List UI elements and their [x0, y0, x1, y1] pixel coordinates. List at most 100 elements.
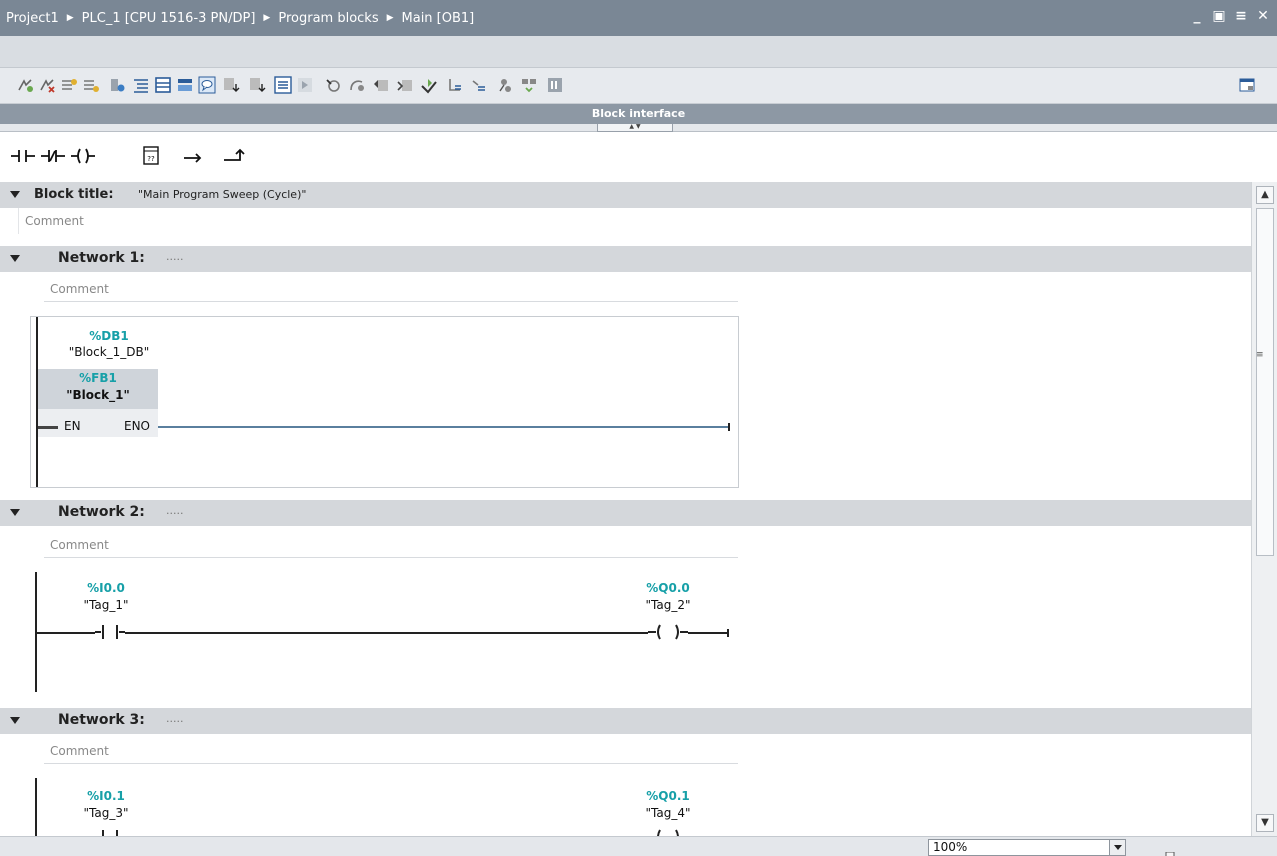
splitter-toggle-icon[interactable]: ▲ ▼ — [597, 124, 673, 132]
coil-address[interactable]: %Q0.0 — [628, 581, 708, 595]
output-coil[interactable] — [648, 623, 688, 641]
breadcrumb-separator-icon: ▶ — [386, 13, 394, 23]
block-interface-splitter[interactable]: ▲ ▼ — [0, 124, 1277, 132]
breadcrumb-main-ob1[interactable]: Main [OB1] — [402, 11, 475, 26]
breadcrumb-project[interactable]: Project1 — [6, 11, 59, 26]
call-environment-icon[interactable] — [396, 76, 414, 94]
collapse-arrow-icon[interactable] — [10, 191, 20, 198]
network-3-comment[interactable]: Comment — [44, 738, 738, 764]
split-view-icon[interactable] — [1239, 77, 1255, 93]
fb-header: %FB1 "Block_1" — [38, 369, 158, 409]
network-2-title[interactable]: ..... — [166, 504, 183, 517]
network-2-label: Network 2: — [58, 504, 145, 520]
comments-icon[interactable] — [198, 76, 216, 94]
call-hierarchy-icon[interactable] — [372, 76, 390, 94]
open-all-networks-icon[interactable] — [132, 76, 150, 94]
fb-name: "Block_1" — [66, 388, 130, 402]
breadcrumb-program-blocks[interactable]: Program blocks — [278, 11, 378, 26]
network-2-header[interactable]: Network 2: ..... — [0, 500, 1251, 526]
interface-icon[interactable] — [420, 76, 438, 94]
block-title-header[interactable]: Block title: "Main Program Sweep (Cycle)… — [0, 182, 1251, 208]
show-tags-icon[interactable] — [248, 76, 266, 94]
close-all-networks-icon[interactable] — [154, 76, 172, 94]
previous-error-icon[interactable] — [446, 76, 464, 94]
block-title-value[interactable]: "Main Program Sweep (Cycle)" — [138, 188, 306, 201]
assign-icon[interactable] — [108, 76, 126, 94]
no-contact[interactable] — [95, 623, 125, 641]
collapse-arrow-icon[interactable] — [10, 509, 20, 516]
en-input-wire — [38, 426, 58, 429]
compare-icon[interactable] — [520, 76, 538, 94]
coil-tag[interactable]: "Tag_2" — [618, 598, 718, 612]
block-title-label: Block title: — [34, 187, 114, 202]
modify-icon[interactable] — [348, 76, 366, 94]
instance-db-name[interactable]: "Block_1_DB" — [59, 345, 159, 359]
favorites-icon[interactable] — [274, 76, 292, 94]
title-bar: Project1 ▶ PLC_1 [CPU 1516-3 PN/DP] ▶ Pr… — [0, 0, 1277, 36]
coil-icon[interactable] — [70, 144, 96, 168]
nc-contact-icon[interactable] — [40, 144, 66, 168]
breadcrumb-plc[interactable]: PLC_1 [CPU 1516-3 PN/DP] — [82, 11, 256, 26]
vertical-scrollbar[interactable]: ▲ ≡ ▼ — [1251, 182, 1277, 836]
collapse-arrow-icon[interactable] — [10, 255, 20, 262]
delete-network-icon[interactable] — [38, 76, 56, 94]
collapse-arrow-icon[interactable] — [10, 717, 20, 724]
no-contact[interactable] — [95, 828, 125, 836]
eno-pin[interactable]: ENO — [124, 419, 150, 433]
add-row-icon[interactable] — [82, 76, 100, 94]
restore-icon[interactable]: ▣ — [1211, 8, 1227, 24]
network-3-label: Network 3: — [58, 712, 145, 728]
float-icon[interactable]: ≡ — [1233, 8, 1249, 24]
eno-output-wire — [158, 426, 729, 428]
lad-elements-bar: ?? — [0, 132, 1277, 182]
network-2-comment[interactable]: Comment — [44, 532, 738, 558]
minimize-icon[interactable]: _ — [1189, 8, 1205, 24]
scroll-down-icon[interactable]: ▼ — [1256, 814, 1274, 832]
instance-db-address[interactable]: %DB1 — [69, 329, 149, 343]
header-band — [0, 36, 1277, 68]
insert-row-icon[interactable] — [60, 76, 78, 94]
next-error-icon[interactable] — [470, 76, 488, 94]
network-comments-icon[interactable] — [176, 76, 194, 94]
coil-address[interactable]: %Q0.1 — [628, 789, 708, 803]
zoom-slider[interactable] — [1146, 845, 1230, 856]
contact-tag[interactable]: "Tag_3" — [56, 806, 156, 820]
open-branch-icon[interactable] — [180, 144, 206, 168]
close-branch-icon[interactable] — [222, 144, 248, 168]
empty-box-icon[interactable]: ?? — [138, 144, 164, 168]
network-3-title[interactable]: ..... — [166, 712, 183, 725]
fb-address: %FB1 — [79, 371, 117, 385]
zoom-select[interactable]: 100% — [928, 839, 1126, 856]
network-3-header[interactable]: Network 3: ..... — [0, 708, 1251, 734]
network-1-header[interactable]: Network 1: ..... — [0, 246, 1251, 272]
network-1-comment[interactable]: Comment — [44, 276, 738, 302]
rung-wire — [37, 632, 727, 634]
absolute-operands-icon[interactable] — [222, 76, 240, 94]
editor-toolbar — [0, 68, 1277, 104]
scroll-up-icon[interactable]: ▲ — [1256, 186, 1274, 204]
no-contact-icon[interactable] — [10, 144, 36, 168]
close-icon[interactable]: ✕ — [1255, 8, 1271, 24]
en-pin[interactable]: EN — [64, 419, 81, 433]
coil-tag[interactable]: "Tag_4" — [618, 806, 718, 820]
contact-address[interactable]: %I0.0 — [66, 581, 146, 595]
block-comment[interactable]: Comment — [18, 208, 703, 234]
network-1-title[interactable]: ..... — [166, 250, 183, 263]
chevron-down-icon[interactable] — [1109, 840, 1125, 855]
tia-portal-program-editor: Project1 ▶ PLC_1 [CPU 1516-3 PN/DP] ▶ Pr… — [0, 0, 1277, 856]
update-calls-icon[interactable] — [496, 76, 514, 94]
contact-address[interactable]: %I0.1 — [66, 789, 146, 803]
window-controls: _ ▣ ≡ ✕ — [1189, 8, 1271, 24]
insert-network-icon[interactable] — [16, 76, 34, 94]
scrollbar-thumb[interactable] — [1256, 208, 1274, 556]
insert-favorites-icon[interactable] — [296, 76, 314, 94]
block-interface-label: Block interface — [591, 107, 686, 120]
network-1-rung[interactable]: %DB1 "Block_1_DB" %FB1 "Block_1" EN ENO — [30, 316, 739, 488]
monitoring-icon[interactable] — [324, 76, 342, 94]
wire-end-marker — [728, 423, 730, 431]
network-1-label: Network 1: — [58, 250, 145, 266]
block-interface-bar[interactable]: Block interface — [0, 104, 1277, 124]
output-coil[interactable] — [648, 828, 688, 836]
safety-icon[interactable] — [546, 76, 564, 94]
contact-tag[interactable]: "Tag_1" — [56, 598, 156, 612]
